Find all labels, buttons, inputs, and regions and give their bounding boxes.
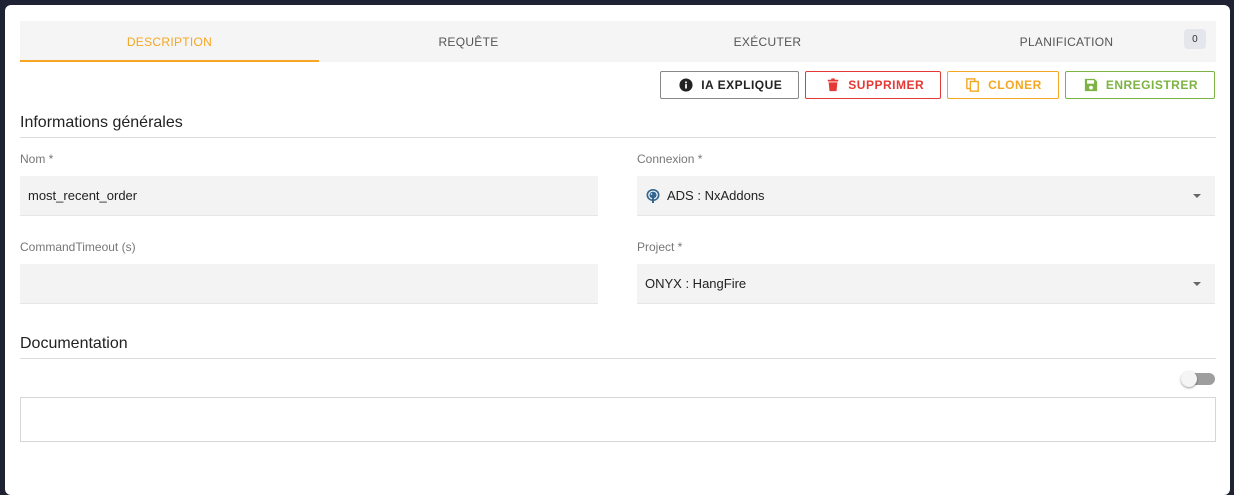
tab-requete-label: REQUÊTE (438, 34, 499, 49)
project-select[interactable]: ONYX : HangFire (637, 264, 1215, 304)
query-detail-card: DESCRIPTION REQUÊTE EXÉCUTER PLANIFICATI… (5, 5, 1230, 495)
chevron-down-icon (1193, 282, 1201, 286)
project-value: ONYX : HangFire (645, 276, 747, 291)
name-field[interactable]: most_recent_order (20, 176, 598, 216)
general-info-heading: Informations générales (20, 114, 1216, 138)
tab-bar: DESCRIPTION REQUÊTE EXÉCUTER PLANIFICATI… (20, 21, 1216, 62)
connexion-value: ADS : NxAddons (667, 188, 765, 203)
chevron-down-icon (1193, 194, 1201, 198)
planification-count-badge: 0 (1184, 29, 1206, 49)
tab-requete[interactable]: REQUÊTE (319, 21, 618, 62)
delete-label: SUPPRIMER (848, 78, 925, 92)
tab-executer-label: EXÉCUTER (733, 34, 802, 49)
tab-executer[interactable]: EXÉCUTER (618, 21, 917, 62)
action-toolbar: IA EXPLIQUE SUPPRIMER CLONER ENREGISTRER (660, 71, 1215, 99)
project-label: Project * (637, 240, 683, 254)
tab-planification[interactable]: PLANIFICATION 0 (917, 21, 1216, 62)
save-icon (1084, 78, 1097, 92)
documentation-editor[interactable] (20, 397, 1216, 442)
clone-button[interactable]: CLONER (947, 71, 1059, 99)
timeout-field[interactable] (20, 264, 598, 304)
documentation-toggle[interactable] (1181, 371, 1215, 387)
tab-planification-label: PLANIFICATION (1019, 34, 1114, 49)
tab-description-label: DESCRIPTION (126, 34, 213, 49)
ia-explain-label: IA EXPLIQUE (701, 78, 783, 92)
name-label: Nom * (20, 152, 54, 166)
timeout-label: CommandTimeout (s) (20, 240, 136, 254)
tab-description[interactable]: DESCRIPTION (20, 21, 319, 62)
connexion-label: Connexion * (637, 152, 703, 166)
postgresql-elephant-icon (646, 188, 660, 203)
copy-icon (966, 78, 980, 92)
connexion-select[interactable]: ADS : NxAddons (637, 176, 1215, 216)
toggle-knob (1181, 371, 1197, 387)
save-button[interactable]: ENREGISTRER (1064, 71, 1215, 99)
name-value: most_recent_order (28, 188, 138, 203)
info-icon (679, 78, 693, 92)
save-label: ENREGISTRER (1105, 78, 1198, 92)
documentation-heading: Documentation (20, 335, 1216, 359)
clone-label: CLONER (988, 78, 1042, 92)
ia-explain-button[interactable]: IA EXPLIQUE (660, 71, 800, 99)
trash-icon (828, 78, 839, 92)
delete-button[interactable]: SUPPRIMER (805, 71, 942, 99)
